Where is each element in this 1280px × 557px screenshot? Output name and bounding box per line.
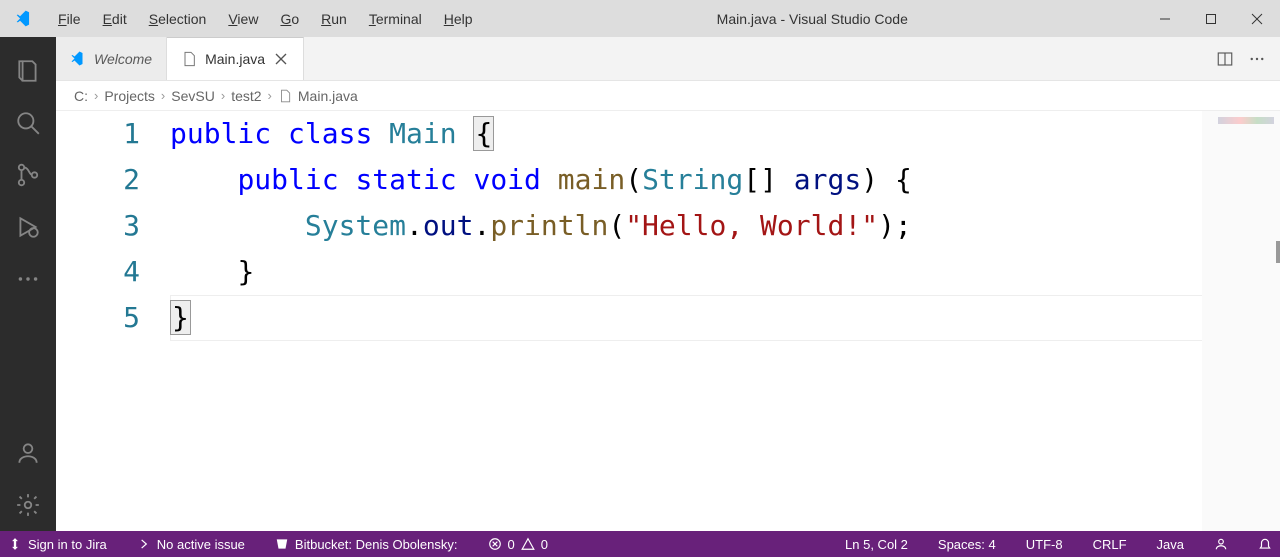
- settings-gear-icon[interactable]: [0, 479, 56, 531]
- tab-label: Main.java: [205, 51, 265, 67]
- line-number-gutter: 12345: [56, 111, 166, 531]
- chevron-right-icon: ›: [268, 88, 272, 103]
- code-editor[interactable]: 12345 public class Main { public static …: [56, 111, 1280, 531]
- status-problems[interactable]: 0 0: [480, 531, 556, 557]
- warning-icon: [521, 537, 535, 551]
- breadcrumb-segment[interactable]: SevSU: [171, 88, 215, 104]
- titlebar: File Edit Selection View Go Run Terminal…: [0, 0, 1280, 37]
- tab-actions: [1216, 37, 1280, 80]
- error-count: 0: [508, 537, 515, 552]
- tab-label: Welcome: [94, 51, 152, 67]
- status-label: No active issue: [157, 537, 245, 552]
- status-label: Bitbucket: Denis Obolensky:: [295, 537, 458, 552]
- chevron-right-icon: ›: [221, 88, 225, 103]
- status-encoding[interactable]: UTF-8: [1018, 531, 1071, 557]
- overview-ruler[interactable]: [1276, 241, 1280, 263]
- bell-icon: [1258, 537, 1272, 551]
- more-actions-icon[interactable]: [1248, 50, 1266, 68]
- java-file-icon: [181, 51, 197, 67]
- explorer-icon[interactable]: [0, 45, 56, 97]
- status-cursor[interactable]: Ln 5, Col 2: [837, 531, 916, 557]
- menu-selection[interactable]: Selection: [139, 5, 217, 33]
- status-bitbucket[interactable]: Bitbucket: Denis Obolensky:: [267, 531, 466, 557]
- chevron-right-icon: ›: [94, 88, 98, 103]
- error-icon: [488, 537, 502, 551]
- code-content[interactable]: public class Main { public static void m…: [166, 111, 1280, 531]
- status-label: Ln 5, Col 2: [845, 537, 908, 552]
- close-button[interactable]: [1234, 0, 1280, 37]
- menu-go[interactable]: Go: [270, 5, 309, 33]
- warning-count: 0: [541, 537, 548, 552]
- vscode-icon: [70, 51, 86, 67]
- menu-view[interactable]: View: [218, 5, 268, 33]
- status-bar: Sign in to Jira No active issue Bitbucke…: [0, 531, 1280, 557]
- more-icon[interactable]: [0, 253, 56, 305]
- breadcrumb[interactable]: C: › Projects › SevSU › test2 › Main.java: [56, 81, 1280, 111]
- status-label: Sign in to Jira: [28, 537, 107, 552]
- window-controls: [1142, 0, 1280, 37]
- chevron-right-icon: ›: [161, 88, 165, 103]
- status-issue[interactable]: No active issue: [129, 531, 253, 557]
- status-label: Spaces: 4: [938, 537, 996, 552]
- accounts-icon[interactable]: [0, 427, 56, 479]
- breadcrumb-segment[interactable]: C:: [74, 88, 88, 104]
- jira-icon: [8, 537, 22, 551]
- close-icon[interactable]: [273, 51, 289, 67]
- menu-bar: File Edit Selection View Go Run Terminal…: [48, 5, 483, 33]
- run-debug-icon[interactable]: [0, 201, 56, 253]
- status-language[interactable]: Java: [1149, 531, 1192, 557]
- maximize-button[interactable]: [1188, 0, 1234, 37]
- status-jira[interactable]: Sign in to Jira: [0, 531, 115, 557]
- menu-run[interactable]: Run: [311, 5, 357, 33]
- window-title: Main.java - Visual Studio Code: [483, 11, 1142, 27]
- menu-file[interactable]: File: [48, 5, 91, 33]
- activity-bar: [0, 37, 56, 531]
- breadcrumb-segment[interactable]: Main.java: [298, 88, 358, 104]
- bitbucket-icon: [275, 537, 289, 551]
- editor-area: Welcome Main.java C: › Projects › SevSU › t…: [56, 37, 1280, 531]
- tab-main-java[interactable]: Main.java: [167, 37, 304, 80]
- search-icon[interactable]: [0, 97, 56, 149]
- status-label: CRLF: [1093, 537, 1127, 552]
- breadcrumb-segment[interactable]: test2: [231, 88, 261, 104]
- tabs-row: Welcome Main.java: [56, 37, 1280, 81]
- menu-help[interactable]: Help: [434, 5, 483, 33]
- breadcrumb-segment[interactable]: Projects: [104, 88, 155, 104]
- split-editor-icon[interactable]: [1216, 50, 1234, 68]
- status-spaces[interactable]: Spaces: 4: [930, 531, 1004, 557]
- menu-terminal[interactable]: Terminal: [359, 5, 432, 33]
- status-notifications[interactable]: [1250, 531, 1280, 557]
- status-label: Java: [1157, 537, 1184, 552]
- minimap-content: [1218, 117, 1274, 124]
- chevron-right-icon: [137, 537, 151, 551]
- tab-welcome[interactable]: Welcome: [56, 37, 167, 80]
- status-feedback[interactable]: [1206, 531, 1236, 557]
- feedback-icon: [1214, 537, 1228, 551]
- menu-edit[interactable]: Edit: [93, 5, 137, 33]
- file-icon: [278, 89, 292, 103]
- status-eol[interactable]: CRLF: [1085, 531, 1135, 557]
- vscode-logo-icon: [0, 10, 48, 28]
- status-label: UTF-8: [1026, 537, 1063, 552]
- source-control-icon[interactable]: [0, 149, 56, 201]
- minimize-button[interactable]: [1142, 0, 1188, 37]
- minimap[interactable]: [1202, 111, 1280, 531]
- main-area: Welcome Main.java C: › Projects › SevSU › t…: [0, 37, 1280, 531]
